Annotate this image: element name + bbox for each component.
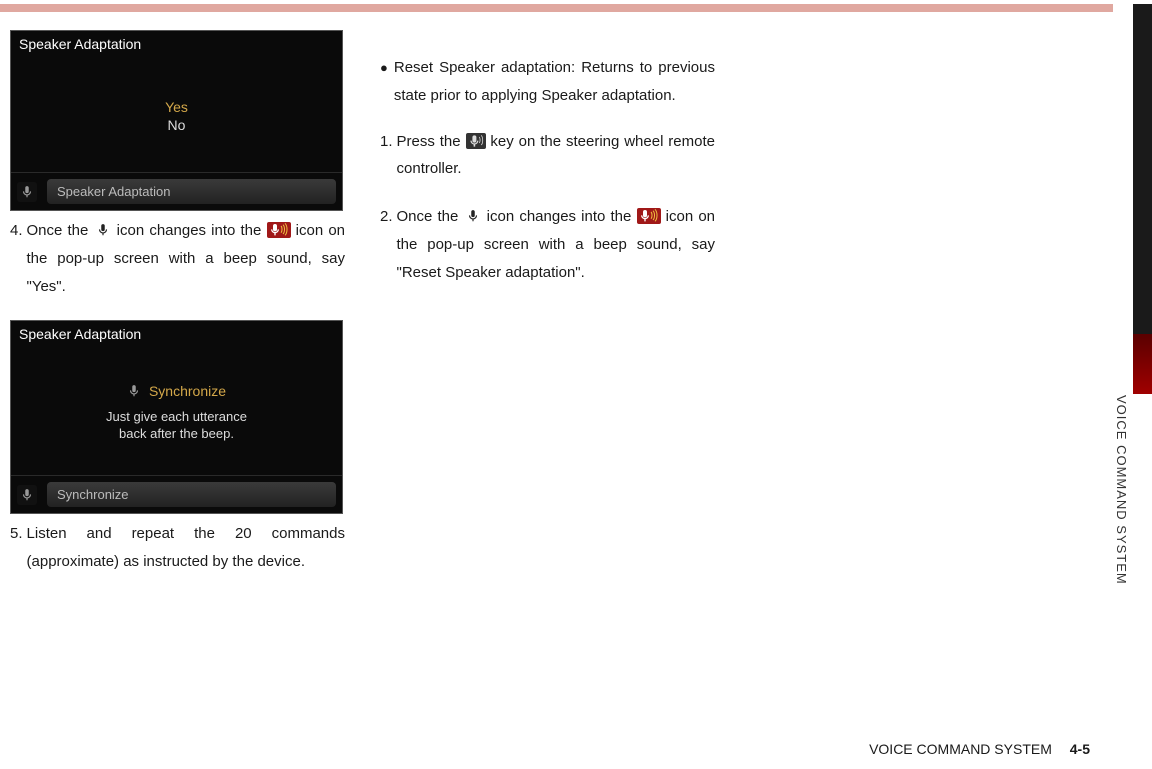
top-accent-bar — [0, 4, 1113, 12]
text-frag: icon changes into the — [117, 222, 267, 239]
footer-pill-label: Synchronize — [47, 482, 336, 507]
footer-pill-label: Speaker Adaptation — [47, 179, 336, 204]
sync-row: Synchronize — [127, 383, 226, 399]
screenshot-body: Synchronize Just give each utterance bac… — [11, 350, 342, 475]
column-left: Speaker Adaptation Yes No Speaker Adapta… — [10, 30, 345, 740]
step-number: 5. — [10, 520, 27, 576]
side-indicator-dark — [1133, 4, 1152, 334]
step-5: 5. Listen and repeat the 20 commands (ap… — [10, 520, 345, 576]
voice-key-icon — [466, 133, 486, 149]
step-body: Once the icon changes into the icon on t… — [27, 217, 345, 300]
mic-waves-icon — [637, 208, 661, 224]
side-indicator-red — [1133, 334, 1152, 394]
footer-section: VOICE COMMAND SYSTEM — [869, 741, 1052, 757]
mic-plain-icon — [94, 222, 112, 238]
column-middle: ● Reset Speaker adaptation: Returns to p… — [380, 30, 715, 740]
option-yes: Yes — [165, 99, 188, 115]
column-right — [750, 30, 1085, 740]
page-footer: VOICE COMMAND SYSTEM 4-5 — [869, 741, 1090, 757]
mic-icon — [17, 182, 37, 202]
step-4: 4. Once the icon changes into the icon o… — [10, 217, 345, 300]
text-frag: Once the — [397, 208, 464, 225]
screenshot-header: Speaker Adaptation — [11, 321, 342, 350]
screenshot-footer: Speaker Adaptation — [11, 172, 342, 210]
hint-line: back after the beep. — [119, 426, 234, 443]
bullet-reset: ● Reset Speaker adaptation: Returns to p… — [380, 54, 715, 110]
screenshot-header: Speaker Adaptation — [11, 31, 342, 60]
step-number: 2. — [380, 203, 397, 286]
text-frag: Once the — [27, 222, 94, 239]
mic-icon — [17, 485, 37, 505]
page-content: Speaker Adaptation Yes No Speaker Adapta… — [10, 30, 1100, 740]
screenshot-body: Yes No — [11, 60, 342, 172]
screenshot-footer: Synchronize — [11, 475, 342, 513]
step-2: 2. Once the icon changes into the icon o… — [380, 203, 715, 286]
text-frag: icon changes into the — [487, 208, 637, 225]
option-no: No — [168, 117, 186, 133]
mic-icon — [127, 383, 141, 399]
step-1: 1. Press the key on the steering wheel r… — [380, 128, 715, 184]
bullet-body: Reset Speaker adaptation: Returns to pre… — [394, 54, 715, 110]
footer-page-number: 4-5 — [1070, 741, 1090, 757]
mic-waves-icon — [267, 222, 291, 238]
sync-label: Synchronize — [149, 383, 226, 399]
screenshot-speaker-adaptation-confirm: Speaker Adaptation Yes No Speaker Adapta… — [10, 30, 343, 211]
hint-line: Just give each utterance — [106, 409, 247, 426]
mic-plain-icon — [464, 208, 482, 224]
screenshot-speaker-adaptation-sync: Speaker Adaptation Synchronize Just give… — [10, 320, 343, 514]
step-body: Press the key on the steering wheel remo… — [397, 128, 715, 184]
step-body: Once the icon changes into the icon on t… — [397, 203, 715, 286]
step-number: 1. — [380, 128, 397, 184]
text-frag: Press the — [397, 133, 466, 150]
step-number: 4. — [10, 217, 27, 300]
bullet-marker: ● — [380, 54, 394, 110]
side-section-label: VOICE COMMAND SYSTEM — [1114, 395, 1129, 585]
step-body: Listen and repeat the 20 commands (appro… — [27, 520, 345, 576]
